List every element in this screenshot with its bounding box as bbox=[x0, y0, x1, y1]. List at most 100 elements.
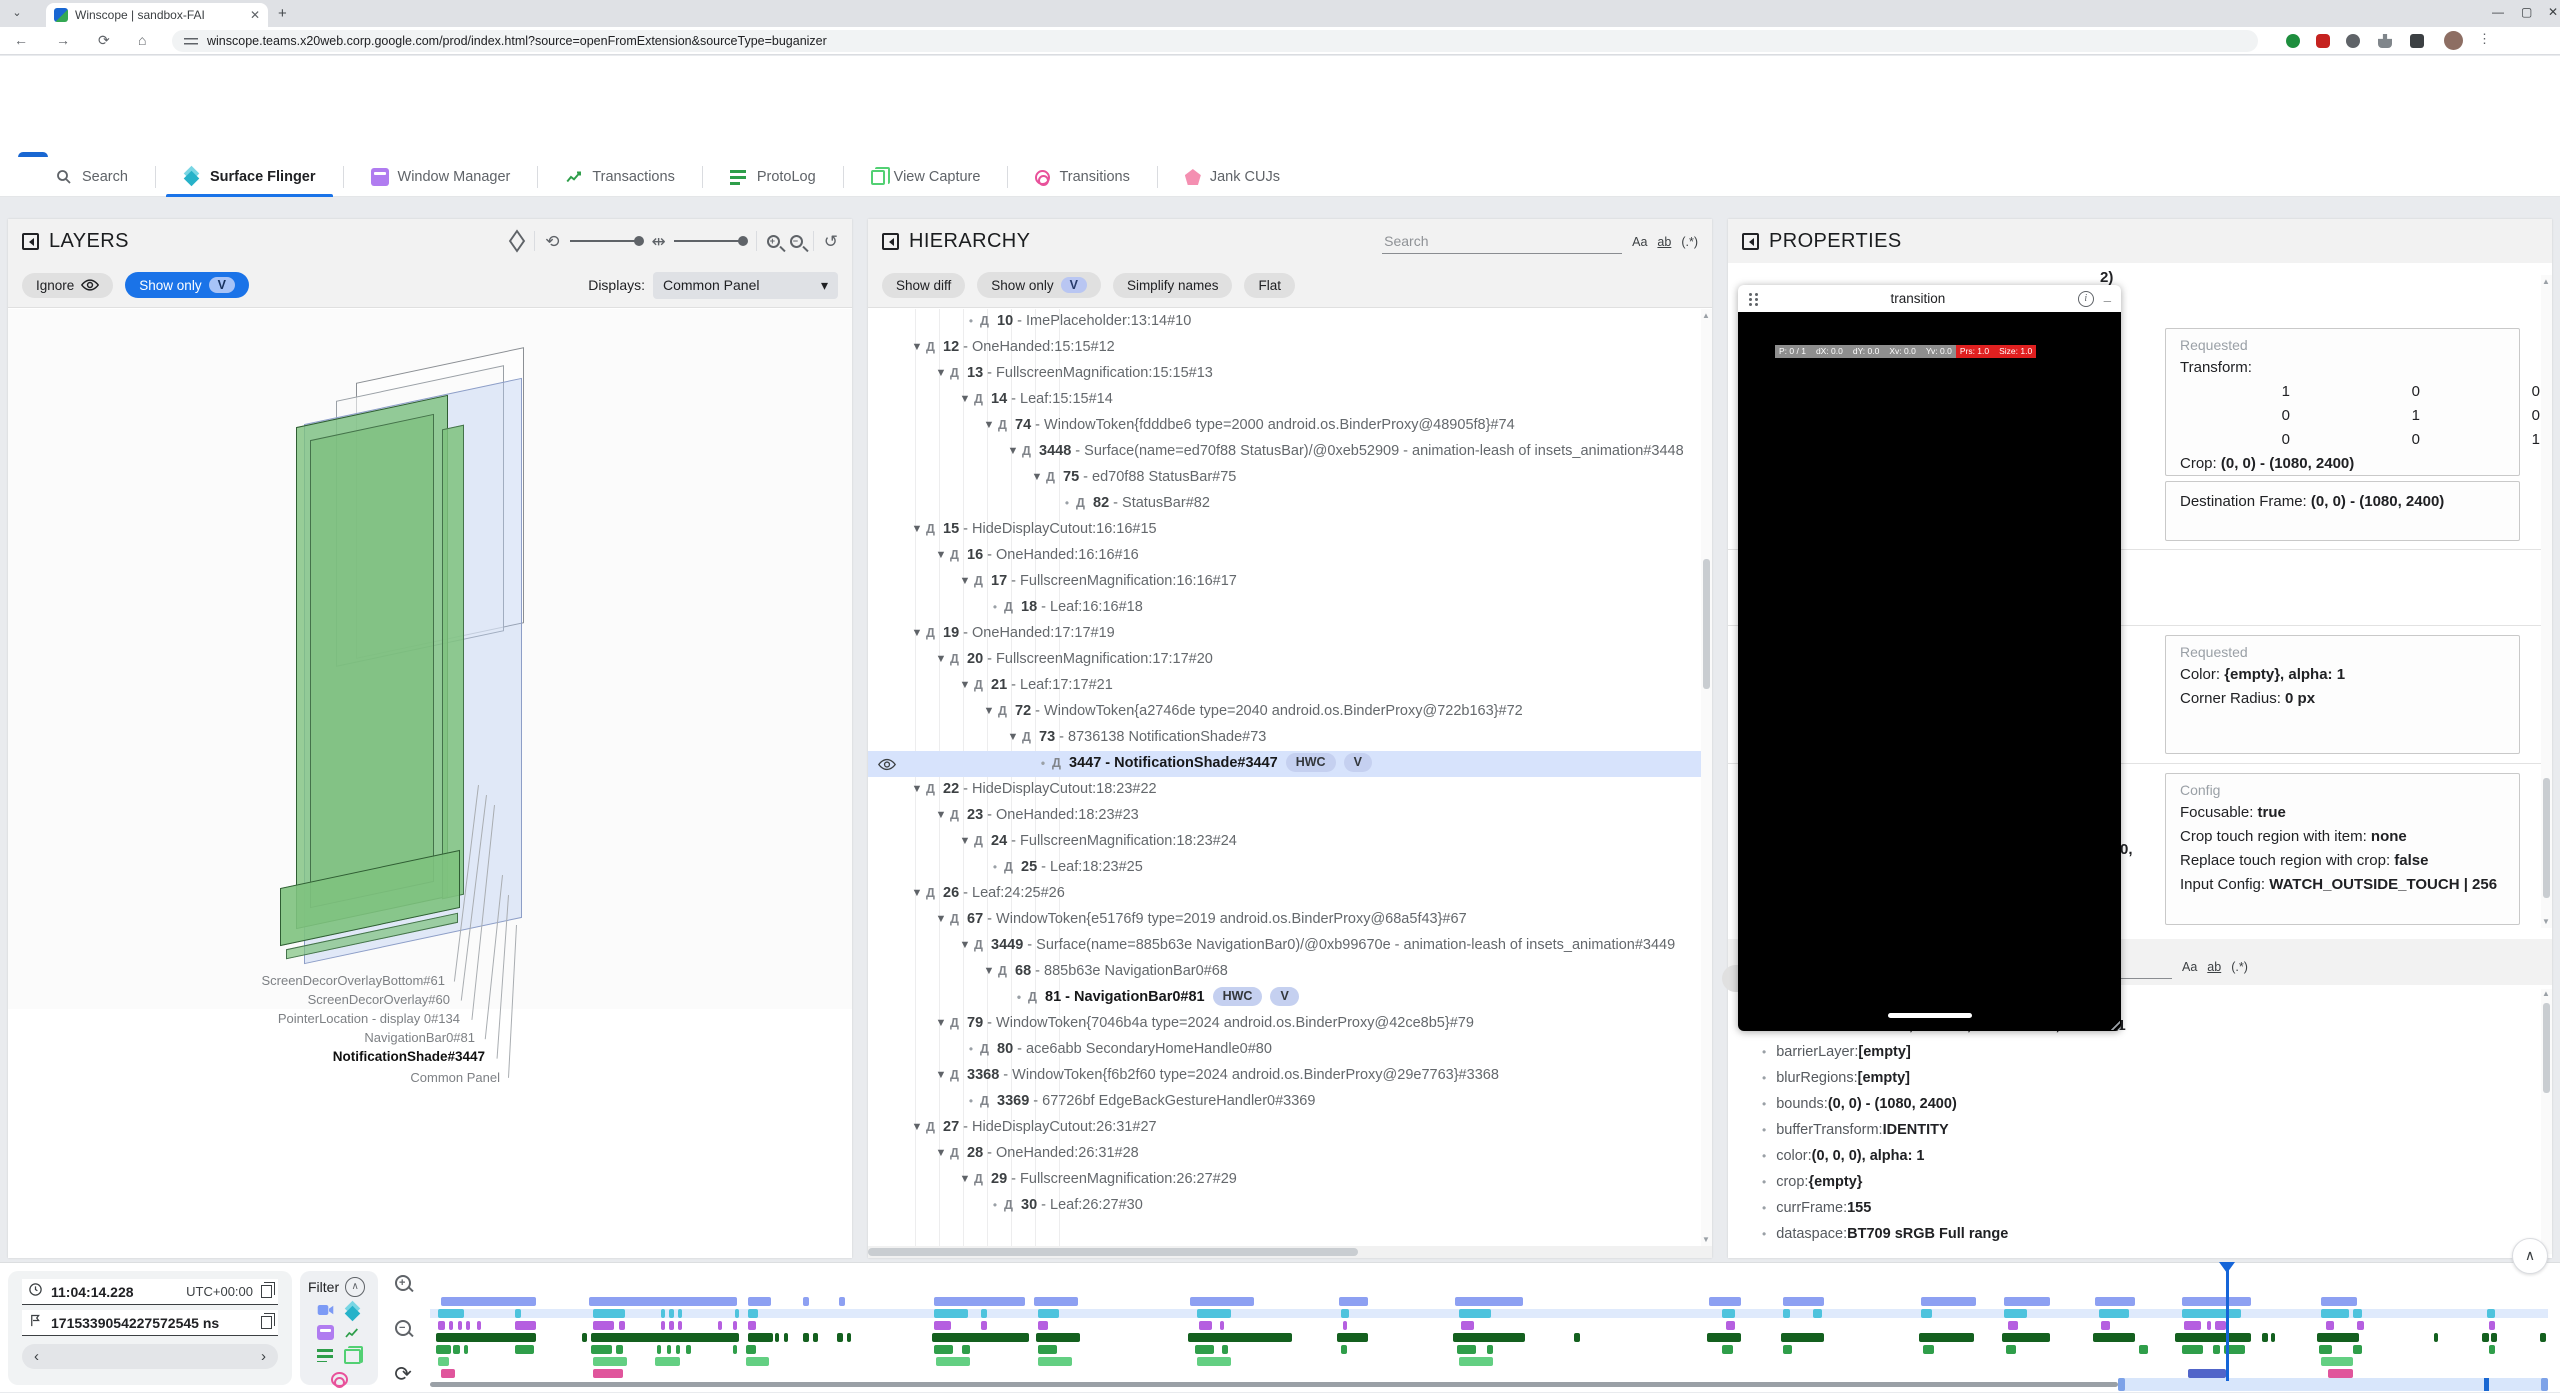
tree-node[interactable]: ▼Д17 - FullscreenMagnification:16:16#17 bbox=[868, 569, 1712, 595]
range-handle[interactable] bbox=[2541, 1378, 2548, 1391]
tree-node[interactable]: •Д18 - Leaf:16:16#18 bbox=[868, 595, 1712, 621]
tree-node[interactable]: •Д25 - Leaf:18:23#25 bbox=[868, 855, 1712, 881]
layer-label[interactable]: NotificationShade#3447 bbox=[8, 1049, 485, 1064]
expand-arrow-icon[interactable]: ▼ bbox=[956, 387, 974, 412]
expand-arrow-icon[interactable]: ▼ bbox=[932, 803, 950, 828]
property-item[interactable]: •bufferTransform: IDENTITY bbox=[1728, 1117, 2552, 1143]
tree-node[interactable]: ▼Д24 - FullscreenMagnification:18:23#24 bbox=[868, 829, 1712, 855]
layer-label[interactable]: ScreenDecorOverlay#60 bbox=[8, 992, 450, 1007]
view-capture-icon[interactable] bbox=[344, 1349, 361, 1364]
hierarchy-search-input[interactable] bbox=[1382, 229, 1622, 254]
tree-node[interactable]: ▼Д26 - Leaf:24:25#26 bbox=[868, 881, 1712, 907]
expand-arrow-icon[interactable]: ▼ bbox=[956, 829, 974, 854]
tree-node[interactable]: ▼Д29 - FullscreenMagnification:26:27#29 bbox=[868, 1167, 1712, 1193]
tree-node[interactable]: ▼Д15 - HideDisplayCutout:16:16#15 bbox=[868, 517, 1712, 543]
leaf-dot-icon[interactable]: • bbox=[1058, 491, 1076, 516]
timeline-reset-icon[interactable]: ⟳ bbox=[394, 1364, 412, 1385]
chip-flat[interactable]: Flat bbox=[1244, 273, 1295, 298]
transitions-icon[interactable] bbox=[331, 1372, 348, 1387]
zoom-in-icon[interactable]: + bbox=[767, 235, 780, 248]
tree-node[interactable]: ▼Д23 - OneHanded:18:23#23 bbox=[868, 803, 1712, 829]
reload-icon[interactable]: ⟳ bbox=[98, 32, 110, 49]
frame-step-control[interactable]: ‹ › bbox=[22, 1344, 278, 1369]
timeline-scroll-track[interactable] bbox=[430, 1382, 2118, 1387]
zoom-out-icon[interactable]: − bbox=[790, 235, 803, 248]
expand-arrow-icon[interactable]: ▼ bbox=[956, 1167, 974, 1192]
new-tab-button[interactable]: + bbox=[278, 5, 287, 22]
timeline-playhead[interactable] bbox=[2226, 1263, 2229, 1381]
property-item[interactable]: •blurRegions: [empty] bbox=[1728, 1065, 2552, 1091]
leaf-dot-icon[interactable]: • bbox=[1034, 751, 1052, 776]
tree-node[interactable]: ▼Д79 - WindowToken{7046b4a type=2024 and… bbox=[868, 1011, 1712, 1037]
extension-icon[interactable] bbox=[2316, 34, 2330, 48]
timeline-zoom-out-icon[interactable]: − bbox=[395, 1320, 411, 1336]
tree-node[interactable]: •Д80 - ace6abb SecondaryHomeHandle0#80 bbox=[868, 1037, 1712, 1063]
extensions-puzzle-icon[interactable] bbox=[2378, 34, 2392, 48]
url-bar[interactable]: winscope.teams.x20web.corp.google.com/pr… bbox=[172, 30, 2258, 52]
tree-node[interactable]: ▼Д75 - ed70f88 StatusBar#75 bbox=[868, 465, 1712, 491]
property-item[interactable]: •crop: {empty} bbox=[1728, 1169, 2552, 1195]
tree-node[interactable]: ▼Д68 - 885b63e NavigationBar0#68 bbox=[868, 959, 1712, 985]
match-word-icon[interactable]: ab bbox=[1657, 235, 1671, 254]
profile-avatar[interactable] bbox=[2444, 31, 2463, 50]
tree-node[interactable]: •Д82 - StatusBar#82 bbox=[868, 491, 1712, 517]
tree-node[interactable]: ▼Д28 - OneHanded:26:31#28 bbox=[868, 1141, 1712, 1167]
leaf-dot-icon[interactable]: • bbox=[1010, 985, 1028, 1010]
leaf-dot-icon[interactable]: • bbox=[986, 1193, 1004, 1218]
expand-arrow-icon[interactable]: ▼ bbox=[908, 335, 926, 360]
layer-label[interactable]: Common Panel bbox=[8, 1070, 500, 1085]
expand-arrow-icon[interactable]: ▼ bbox=[932, 543, 950, 568]
tree-node[interactable]: •Д30 - Leaf:26:27#30 bbox=[868, 1193, 1712, 1219]
next-frame-icon[interactable]: › bbox=[261, 1348, 266, 1365]
timeline-zoom-in-icon[interactable]: + bbox=[395, 1275, 411, 1291]
regex-icon[interactable]: (.*) bbox=[1681, 235, 1698, 254]
home-icon[interactable]: ⌂ bbox=[138, 32, 146, 48]
layer-label[interactable]: ScreenDecorOverlayBottom#61 bbox=[8, 973, 445, 988]
ignore-chip[interactable]: Ignore bbox=[22, 273, 113, 298]
tab-protolog[interactable]: ProtoLog bbox=[703, 157, 843, 197]
tree-node[interactable]: ▼Д20 - FullscreenMagnification:17:17#20 bbox=[868, 647, 1712, 673]
tab-transactions[interactable]: Transactions bbox=[538, 157, 701, 197]
surface-flinger-icon[interactable] bbox=[344, 1303, 361, 1318]
chip-show-only[interactable]: Show onlyV bbox=[977, 272, 1101, 298]
tree-node[interactable]: ▼Д67 - WindowToken{e5176f9 type=2019 and… bbox=[868, 907, 1712, 933]
range-handle[interactable] bbox=[2118, 1378, 2125, 1391]
cast-icon[interactable] bbox=[2410, 34, 2424, 48]
expand-arrow-icon[interactable]: ▼ bbox=[980, 699, 998, 724]
show-only-chip[interactable]: Show only V bbox=[125, 272, 249, 298]
tree-node[interactable]: ▼Д27 - HideDisplayCutout:26:31#27 bbox=[868, 1115, 1712, 1141]
tree-node[interactable]: ▼Д14 - Leaf:15:15#14 bbox=[868, 387, 1712, 413]
leaf-dot-icon[interactable]: • bbox=[962, 1037, 980, 1062]
expand-arrow-icon[interactable]: ▼ bbox=[956, 569, 974, 594]
tree-node[interactable]: ▼Д72 - WindowToken{a2746de type=2040 and… bbox=[868, 699, 1712, 725]
tree-node[interactable]: •Д3447 - NotificationShade#3447HWCV bbox=[868, 751, 1712, 777]
info-icon[interactable]: i bbox=[2078, 291, 2094, 307]
property-item[interactable]: •bounds: (0, 0) - (1080, 2400) bbox=[1728, 1091, 2552, 1117]
expand-arrow-icon[interactable]: ▼ bbox=[932, 1063, 950, 1088]
tree-node[interactable]: ▼Д3448 - Surface(name=ed70f88 StatusBar)… bbox=[868, 439, 1712, 465]
layer-label[interactable]: PointerLocation - display 0#134 bbox=[8, 1011, 460, 1026]
transition-overlay-window[interactable]: transition i _ P: 0 / 1dX: 0.0dY: 0.0Xv:… bbox=[1738, 285, 2121, 1031]
extension-icon[interactable] bbox=[2286, 34, 2300, 48]
tree-node[interactable]: ▼Д22 - HideDisplayCutout:18:23#22 bbox=[868, 777, 1712, 803]
current-ns-field[interactable]: 1715339054227572545 ns bbox=[22, 1310, 278, 1336]
leaf-dot-icon[interactable]: • bbox=[986, 595, 1004, 620]
properties-vscrollbar[interactable]: ▲ bbox=[2541, 989, 2552, 1254]
hierarchy-hscrollbar[interactable] bbox=[868, 1246, 1712, 1258]
expand-arrow-icon[interactable]: ▼ bbox=[932, 361, 950, 386]
property-item[interactable]: •color: (0, 0, 0), alpha: 1 bbox=[1728, 1143, 2552, 1169]
window-close-button[interactable]: ✕ bbox=[2548, 5, 2558, 19]
tree-node[interactable]: ▼Д74 - WindowToken{fdddbe6 type=2000 and… bbox=[868, 413, 1712, 439]
tab-close-icon[interactable]: ✕ bbox=[250, 8, 260, 22]
window-minimize-button[interactable]: — bbox=[2492, 5, 2504, 19]
match-case-icon[interactable]: Aa bbox=[2182, 960, 2197, 979]
tree-node[interactable]: •Д10 - ImePlaceholder:13:14#10 bbox=[868, 309, 1712, 335]
expand-arrow-icon[interactable]: ▼ bbox=[908, 1115, 926, 1140]
window-maximize-button[interactable]: ▢ bbox=[2521, 5, 2532, 19]
minimize-icon[interactable]: _ bbox=[2104, 288, 2111, 303]
screen-recording-icon[interactable] bbox=[317, 1303, 334, 1318]
tree-node[interactable]: ▼Д19 - OneHanded:17:17#19 bbox=[868, 621, 1712, 647]
tree-node[interactable]: ▼Д16 - OneHanded:16:16#16 bbox=[868, 543, 1712, 569]
browser-menu-icon[interactable]: ⋮ bbox=[2478, 31, 2491, 47]
expand-arrow-icon[interactable]: ▼ bbox=[932, 907, 950, 932]
